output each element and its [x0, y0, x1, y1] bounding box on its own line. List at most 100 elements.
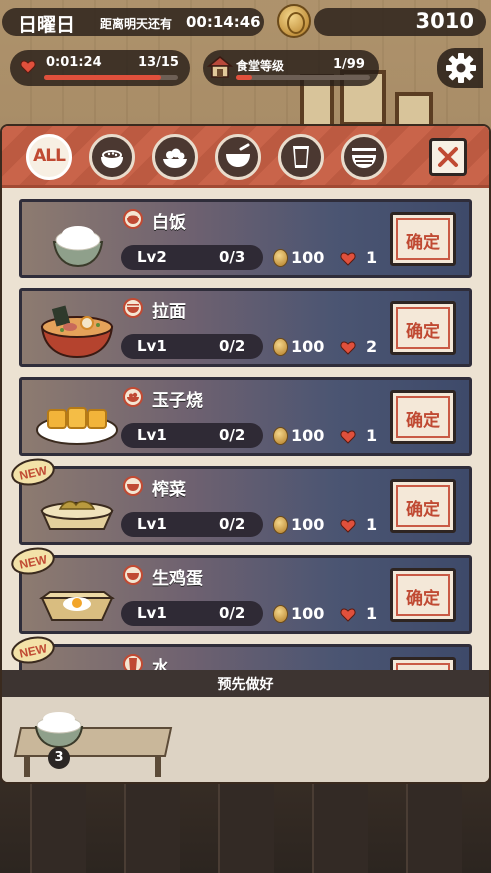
countdown-label: 距离明天还有: [100, 17, 173, 31]
soup-icon: [127, 573, 139, 580]
canteen-level-label: 食堂等级: [236, 59, 285, 73]
canteen-level-value: 1/99: [333, 57, 365, 72]
table-leg: [155, 755, 161, 777]
raw-egg-image: [39, 591, 115, 621]
noodle-icon: [352, 148, 376, 168]
heart-icon: [340, 608, 356, 622]
zhacai-image: [40, 500, 114, 530]
table-leg: [24, 755, 30, 777]
stamina-bar-fill: [44, 75, 161, 80]
coin-icon: [273, 338, 288, 356]
dish-list: 白饭 Lv2 0/3 100 1 确定 拉面 Lv1 0/2 100 2 确定 …: [2, 188, 489, 670]
tamagoyaki-image: [36, 407, 118, 445]
confirm-label: 确定: [406, 233, 440, 253]
heart-icon: [340, 252, 356, 266]
confirm-button[interactable]: 确定: [390, 390, 456, 444]
prepared-rice-bowl[interactable]: [32, 705, 86, 751]
heart-icon: [340, 341, 356, 355]
ramen-image: [40, 305, 114, 359]
prepared-title: 预先做好: [217, 677, 274, 693]
dish-name: 榨菜: [152, 480, 186, 500]
white-rice-image: [52, 226, 104, 268]
dish-progress: 0/2: [219, 337, 246, 355]
dish-progress: 0/2: [219, 426, 246, 444]
coin-icon: [273, 427, 288, 445]
confirm-button[interactable]: [390, 657, 456, 670]
dish-level-bar: Lv2 0/3: [121, 245, 263, 270]
category-tabs: ALL: [2, 126, 489, 188]
stamina-count: 13/15: [138, 55, 179, 70]
dish-card: 水: [19, 644, 472, 670]
dish-price: 100: [291, 337, 325, 356]
tab-soup[interactable]: [215, 134, 261, 180]
dish-name: 白饭: [152, 213, 186, 233]
stamina-timer: 0:01:24: [46, 55, 102, 70]
dish-progress: 0/2: [219, 515, 246, 533]
countdown-timer: 00:14:46: [186, 13, 261, 31]
dish-menu-panel: ALL 白饭 Lv2 0/3 100 1 确定 拉面 Lv1 0/2 100 2…: [2, 126, 489, 782]
soup-icon: [226, 143, 250, 167]
dish-hearts: 1: [366, 426, 378, 445]
stamina-bar: [44, 75, 178, 80]
prepared-header: 预先做好: [2, 670, 489, 697]
dish-hearts: 1: [366, 248, 378, 267]
settings-button[interactable]: [437, 48, 483, 88]
drink-icon: [129, 658, 137, 670]
confirm-button[interactable]: 确定: [390, 568, 456, 622]
floor-panel: [406, 780, 462, 873]
dish-progress: 0/2: [219, 604, 246, 622]
confirm-label: 确定: [406, 500, 440, 520]
dish-level-bar: Lv1 0/2: [121, 334, 263, 359]
soup-icon: [127, 484, 139, 491]
confirm-label: 确定: [406, 322, 440, 342]
heart-icon: [340, 430, 356, 444]
dish-hearts: 1: [366, 515, 378, 534]
dish-card: 拉面 Lv1 0/2 100 2 确定: [19, 288, 472, 367]
close-button[interactable]: [429, 138, 467, 176]
side-dish-icon: [163, 148, 187, 168]
new-badge: NEW: [11, 547, 55, 575]
soup-category-badge: [123, 565, 143, 585]
restaurant-icon: [207, 56, 233, 78]
dish-progress: 0/3: [219, 248, 246, 266]
coin-icon: [273, 249, 288, 267]
dish-level-bar: Lv1 0/2: [121, 423, 263, 448]
prepared-area: 3: [2, 697, 489, 782]
dish-name: 水: [152, 658, 169, 670]
confirm-button[interactable]: 确定: [390, 212, 456, 266]
dish-level-bar: Lv1 0/2: [121, 512, 263, 537]
dish-price: 100: [291, 248, 325, 267]
day-label: 日曜日: [18, 14, 76, 36]
confirm-button[interactable]: 确定: [390, 479, 456, 533]
dish-price: 100: [291, 515, 325, 534]
tab-side-dish[interactable]: [152, 134, 198, 180]
tab-noodle[interactable]: [341, 134, 387, 180]
floor-panel: [218, 780, 274, 873]
confirm-button[interactable]: 确定: [390, 301, 456, 355]
side-dish-category-badge: [123, 387, 143, 407]
coin-icon: [273, 516, 288, 534]
dish-name: 生鸡蛋: [152, 569, 203, 589]
dish-card: 榨菜 Lv1 0/2 100 1 确定: [19, 466, 472, 545]
confirm-label: 确定: [406, 589, 440, 609]
floor-panel: [30, 780, 86, 873]
coin-balance: 3010: [314, 8, 486, 36]
prepared-quantity: 3: [48, 747, 70, 769]
gear-icon: [446, 53, 476, 83]
rice-category-badge: [123, 209, 143, 229]
floor-panel: [124, 780, 180, 873]
dish-price: 100: [291, 604, 325, 623]
tab-drink[interactable]: [278, 134, 324, 180]
drink-icon: [293, 146, 309, 168]
tab-all[interactable]: ALL: [26, 134, 72, 180]
noodle-icon: [127, 304, 139, 313]
dish-card: 生鸡蛋 Lv1 0/2 100 1 确定: [19, 555, 472, 634]
dish-level: Lv1: [137, 337, 167, 355]
coin-icon: [277, 4, 311, 38]
dish-level: Lv1: [137, 515, 167, 533]
drink-category-badge: [123, 654, 143, 670]
confirm-label: 确定: [406, 411, 440, 431]
coin-total: 3010: [415, 9, 474, 33]
tab-rice[interactable]: [89, 134, 135, 180]
dish-card: 白饭 Lv2 0/3 100 1 确定: [19, 199, 472, 278]
